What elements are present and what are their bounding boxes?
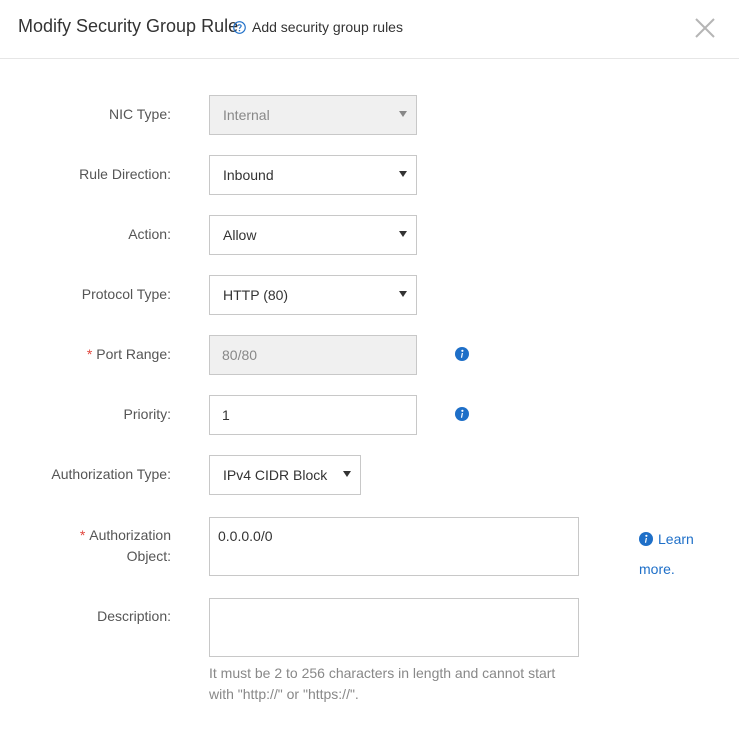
- priority-input[interactable]: 1: [209, 395, 417, 435]
- priority-label: Priority:: [123, 406, 171, 422]
- authorization-type-label: Authorization Type:: [51, 466, 171, 482]
- rule-direction-select[interactable]: Inbound: [209, 155, 417, 195]
- authorization-object-textarea[interactable]: 0.0.0.0/0: [209, 517, 579, 576]
- rule-direction-label: Rule Direction:: [79, 166, 171, 182]
- port-range-input: 80/80: [209, 335, 417, 375]
- rule-direction-value: Inbound: [223, 167, 274, 183]
- help-link-text: Add security group rules: [252, 19, 403, 35]
- close-icon[interactable]: [694, 17, 716, 39]
- port-range-label: * Port Range:: [87, 344, 171, 365]
- protocol-type-select[interactable]: HTTP (80): [209, 275, 417, 315]
- nic-type-label: NIC Type:: [109, 106, 171, 122]
- authorization-object-label: * Authorization Object:: [80, 525, 171, 567]
- chevron-down-icon: [399, 231, 407, 237]
- port-range-label-text: Port Range:: [96, 346, 171, 362]
- dialog-header: Modify Security Group Rule Add security …: [0, 0, 739, 59]
- priority-value: 1: [222, 407, 230, 423]
- chevron-down-icon: [399, 171, 407, 177]
- authorization-object-label-line1: * Authorization: [80, 525, 171, 546]
- dialog-title: Modify Security Group Rule: [18, 16, 239, 36]
- authorization-object-label-text: Authorization: [89, 527, 171, 543]
- info-circle-icon[interactable]: [455, 407, 469, 421]
- description-hint-line2: with "http://" or "https://".: [209, 686, 359, 702]
- authorization-object-label-line2: Object:: [126, 548, 171, 564]
- question-circle-icon: [233, 20, 246, 34]
- chevron-down-icon: [343, 471, 351, 477]
- add-security-group-rules-link[interactable]: Add security group rules: [233, 19, 403, 35]
- required-mark: *: [79, 527, 86, 543]
- chevron-down-icon: [399, 111, 407, 117]
- action-select[interactable]: Allow: [209, 215, 417, 255]
- description-label: Description:: [97, 608, 171, 624]
- description-textarea[interactable]: [209, 598, 579, 657]
- action-label: Action:: [128, 226, 171, 242]
- description-hint: It must be 2 to 256 characters in length…: [209, 663, 609, 705]
- nic-type-select: Internal: [209, 95, 417, 135]
- info-circle-icon: [639, 532, 653, 546]
- description-hint-line1: It must be 2 to 256 characters in length…: [209, 665, 556, 681]
- info-circle-icon[interactable]: [455, 347, 469, 361]
- authorization-object-value: 0.0.0.0/0: [218, 528, 273, 544]
- chevron-down-icon: [399, 291, 407, 297]
- required-mark: *: [86, 346, 93, 362]
- protocol-type-label: Protocol Type:: [81, 286, 171, 302]
- action-value: Allow: [223, 227, 257, 243]
- authorization-type-select[interactable]: IPv4 CIDR Block: [209, 455, 361, 495]
- nic-type-value: Internal: [223, 107, 270, 123]
- learn-more-link[interactable]: Learn more.: [639, 524, 719, 584]
- protocol-type-value: HTTP (80): [223, 287, 289, 303]
- port-range-value: 80/80: [222, 347, 258, 363]
- authorization-type-value: IPv4 CIDR Block: [223, 467, 328, 483]
